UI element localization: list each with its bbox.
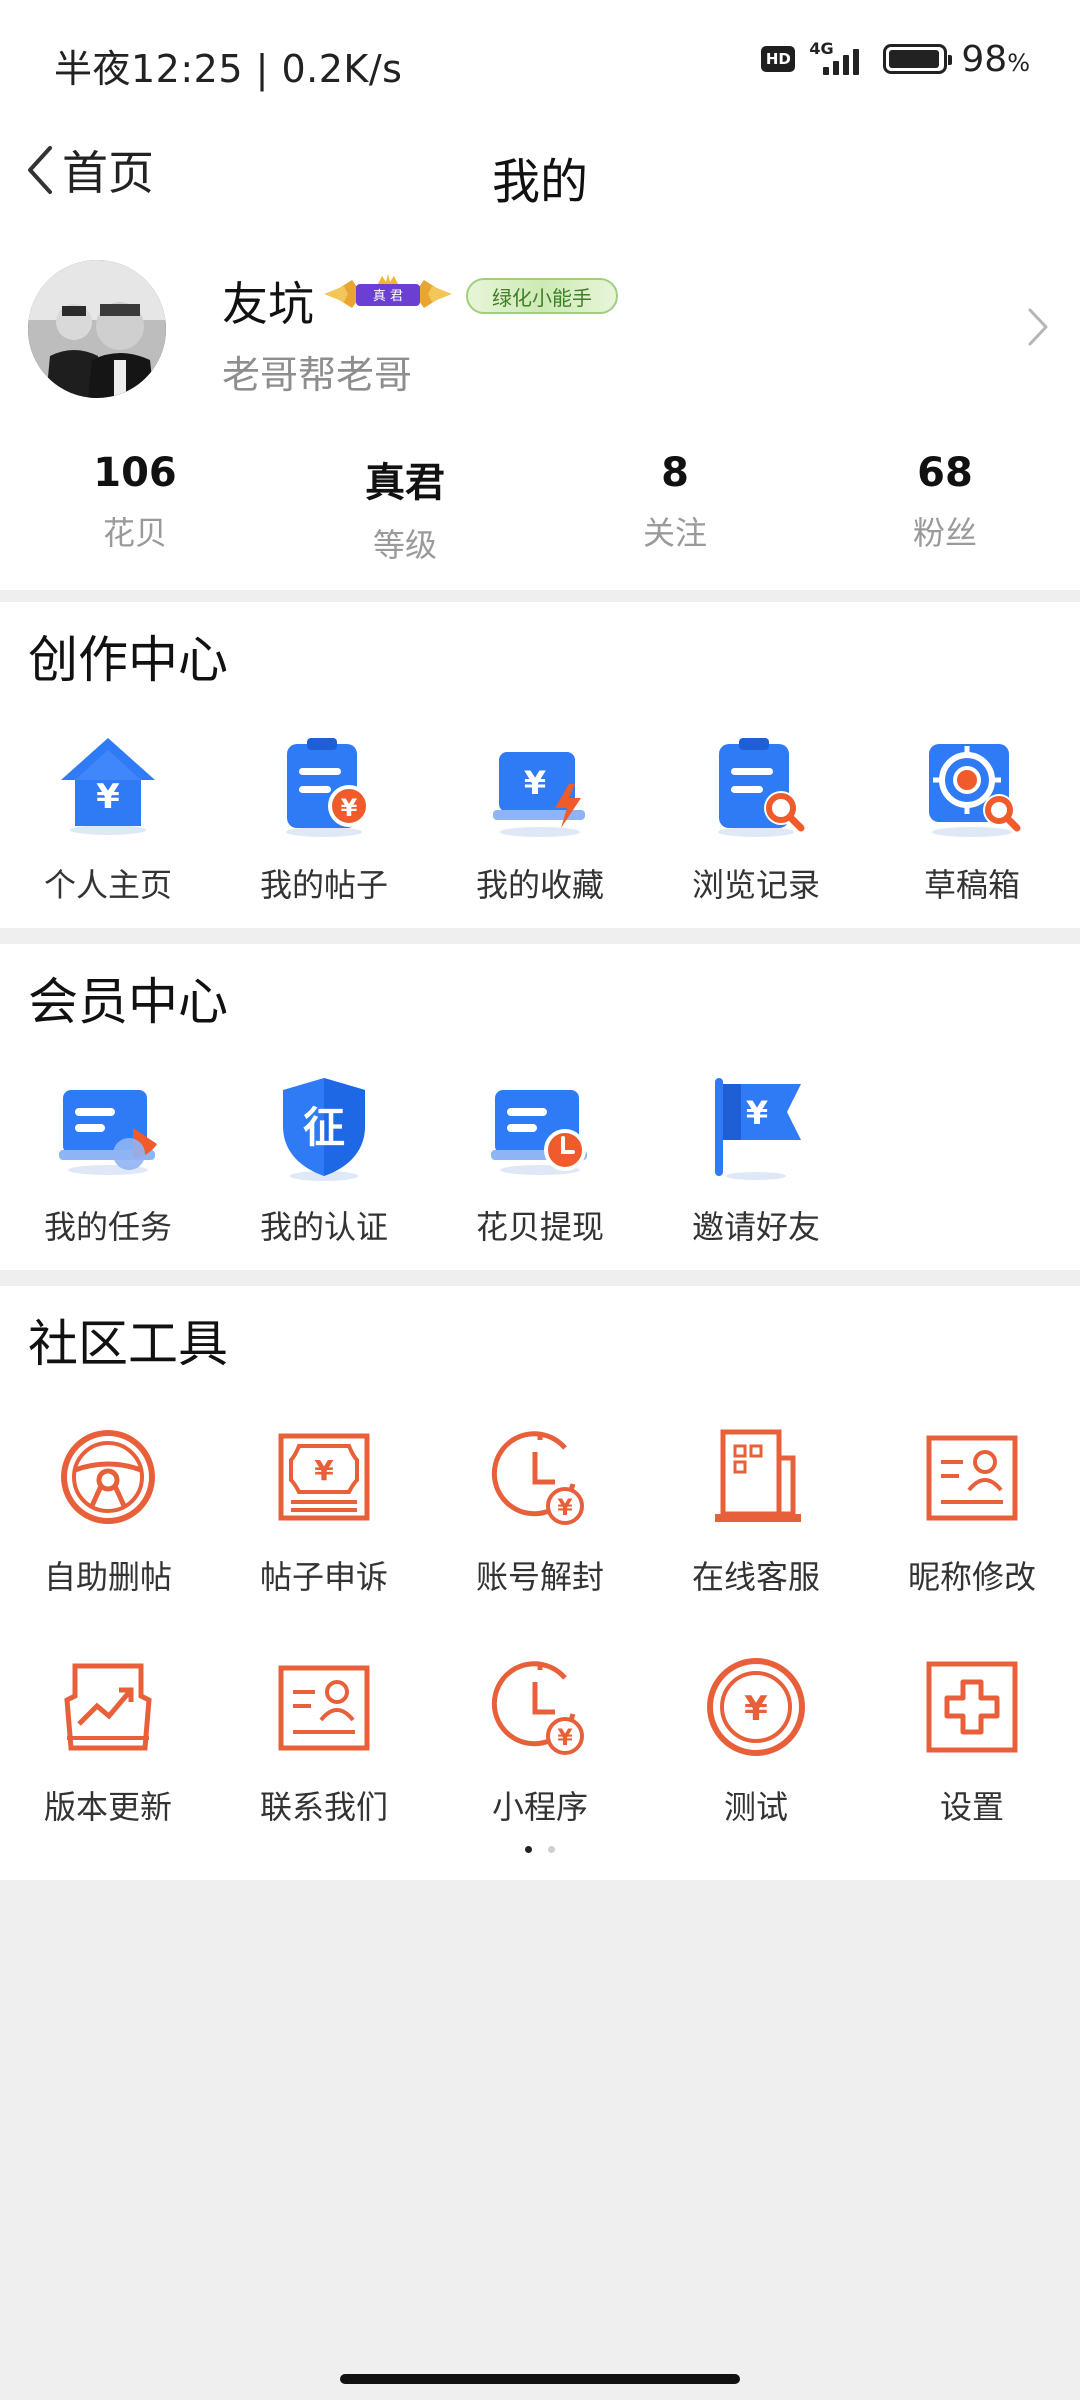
svg-text:¥: ¥ (744, 1689, 768, 1729)
member-item-withdraw[interactable]: 花贝提现 (432, 1072, 648, 1248)
creation-center-section: 创作中心 ¥ 个人主页 ¥ 我的帖子 ¥ 我的收藏 浏览记录 草稿箱 (0, 602, 1080, 928)
tool-item-version-update[interactable]: 版本更新 (0, 1652, 216, 1828)
hd-icon: HD (761, 46, 796, 72)
page-dot-active (525, 1846, 532, 1853)
creation-item-history[interactable]: 浏览记录 (648, 730, 864, 906)
creation-item-my-posts[interactable]: ¥ 我的帖子 (216, 730, 432, 906)
creation-item-drafts[interactable]: 草稿箱 (864, 730, 1080, 906)
member-center-section: 会员中心 我的任务 征 我的认证 花贝提现 ¥ 邀请好友 (0, 944, 1080, 1270)
member-item-invite[interactable]: ¥ 邀请好友 (648, 1072, 864, 1248)
status-time: 半夜12:25 | 0.2K/s (54, 47, 403, 91)
withdraw-icon (485, 1072, 595, 1182)
tasks-icon (53, 1072, 163, 1182)
svg-text:¥: ¥ (314, 1454, 334, 1487)
post-clipboard-icon: ¥ (269, 730, 379, 840)
trend-chart-icon (53, 1652, 163, 1762)
creation-item-collections[interactable]: ¥ 我的收藏 (432, 730, 648, 906)
collection-laptop-icon: ¥ (485, 730, 595, 840)
user-name: 友坑 (222, 277, 314, 331)
creation-item-homepage[interactable]: ¥ 个人主页 (0, 730, 216, 906)
online-service-icon (701, 1422, 811, 1532)
history-search-icon (701, 730, 811, 840)
member-item-verification[interactable]: 征 我的认证 (216, 1072, 432, 1248)
tool-item-contact-us[interactable]: 联系我们 (216, 1652, 432, 1828)
clock-unban-icon: ¥ (485, 1422, 595, 1532)
stat-following[interactable]: 8 关注 (540, 450, 810, 570)
coin-icon: ¥ (701, 1652, 811, 1762)
status-icons: HD 4G 98% (761, 34, 1030, 84)
steering-wheel-icon (53, 1422, 163, 1532)
nav-bar: 首页 我的 (0, 120, 1080, 220)
mini-program-clock-icon: ¥ (485, 1652, 595, 1762)
id-card-icon (917, 1422, 1027, 1532)
home-yuan-icon: ¥ (53, 730, 163, 840)
tool-item-test[interactable]: ¥ 测试 (648, 1652, 864, 1828)
page-title: 我的 (491, 154, 588, 210)
invite-flag-icon: ¥ (701, 1072, 811, 1182)
signal-icon: 4G (809, 39, 869, 79)
stat-fans[interactable]: 68 粉丝 (810, 450, 1080, 570)
section-title: 会员中心 (28, 973, 228, 1031)
member-item-tasks[interactable]: 我的任务 (0, 1072, 216, 1248)
stats-row: 106 花贝 真君 等级 8 关注 68 粉丝 (0, 450, 1080, 570)
tool-item-settings[interactable]: 设置 (864, 1652, 1080, 1828)
user-signature: 老哥帮老哥 (222, 353, 413, 397)
tool-item-account-unban[interactable]: ¥ 账号解封 (432, 1422, 648, 1598)
svg-text:征: 征 (303, 1103, 345, 1152)
tool-item-online-service[interactable]: 在线客服 (648, 1422, 864, 1598)
appeal-note-icon: ¥ (269, 1422, 379, 1532)
tool-item-nickname-edit[interactable]: 昵称修改 (864, 1422, 1080, 1598)
home-indicator[interactable] (340, 2374, 740, 2384)
rank-badge: 真 君 (322, 272, 454, 316)
community-tools-section: 社区工具 自助删帖 ¥ 帖子申诉 ¥ 账号解封 在线客服 昵称修改 版本更新 联… (0, 1286, 1080, 1880)
tool-item-self-delete[interactable]: 自助删帖 (0, 1422, 216, 1598)
page-dot (548, 1846, 555, 1853)
verification-shield-icon: 征 (269, 1072, 379, 1182)
svg-text:真 君: 真 君 (373, 289, 403, 304)
battery-icon (883, 44, 953, 74)
plus-box-icon (917, 1652, 1027, 1762)
profile-card: 友坑 真 君 绿化小能手 老哥帮老哥 106 花贝 真君 等级 8 关注 68 (0, 220, 1080, 590)
svg-text:¥: ¥ (96, 777, 120, 817)
drafts-target-icon (917, 730, 1027, 840)
rank-wings-icon: 真 君 (324, 274, 452, 308)
battery-percent: 98% (961, 38, 1030, 80)
avatar[interactable] (28, 260, 166, 398)
tool-item-post-appeal[interactable]: ¥ 帖子申诉 (216, 1422, 432, 1598)
chevron-right-icon[interactable] (1024, 304, 1052, 350)
page-indicator (0, 1846, 1080, 1853)
svg-text:¥: ¥ (557, 1496, 573, 1521)
section-title: 社区工具 (28, 1315, 228, 1373)
svg-text:¥: ¥ (746, 1094, 768, 1132)
stat-huabei[interactable]: 106 花贝 (0, 450, 270, 570)
tool-item-mini-program[interactable]: ¥ 小程序 (432, 1652, 648, 1828)
svg-text:¥: ¥ (557, 1726, 573, 1751)
svg-text:¥: ¥ (341, 794, 358, 822)
section-title: 创作中心 (28, 631, 228, 689)
svg-text:¥: ¥ (524, 764, 546, 802)
stat-level[interactable]: 真君 等级 (270, 450, 540, 570)
contact-card-icon (269, 1652, 379, 1762)
title-badge: 绿化小能手 (466, 278, 618, 314)
status-bar: 半夜12:25 | 0.2K/s HD 4G 98% (0, 0, 1080, 120)
